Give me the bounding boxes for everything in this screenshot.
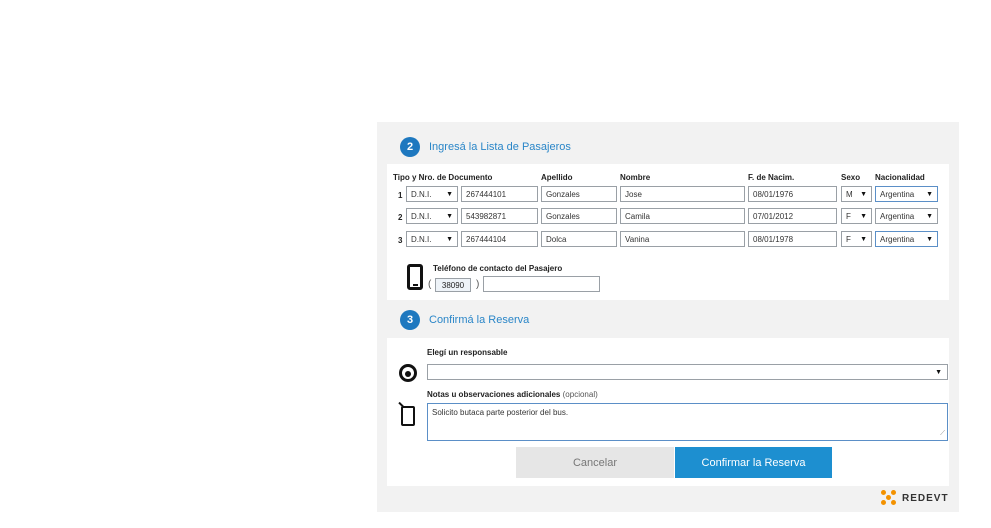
notes-label: Notas u observaciones adicionales (opcio… [427,390,598,399]
notes-optional-text: (opcional) [562,390,598,399]
chevron-down-icon: ▼ [935,368,942,376]
doc-number-input[interactable]: 267444101 [461,186,538,202]
chevron-down-icon: ▼ [926,190,933,198]
chevron-down-icon: ▼ [926,235,933,243]
reservation-panel: 2 Ingresá la Lista de Pasajeros Tipo y N… [377,122,959,512]
nationality-select[interactable]: Argentina ▼ [875,208,938,224]
brand-name: REDEVT [902,492,949,504]
brand-logo: REDEVT [881,490,949,506]
passenger-row-number: 1 [398,191,403,200]
passenger-row-number: 3 [398,236,403,245]
doc-number-input[interactable]: 543982871 [461,208,538,224]
surname-input[interactable]: Gonzales [541,186,617,202]
sex-value: F [846,211,851,221]
chevron-down-icon: ▼ [446,212,453,220]
birth-date-input[interactable]: 08/01/1978 [748,231,837,247]
brand-logo-icon [881,490,897,506]
nationality-value: Argentina [880,189,915,199]
col-sex-label: Sexo [841,173,861,182]
confirm-reservation-button[interactable]: Confirmar la Reserva [675,447,832,478]
col-doc-label: Tipo y Nro. de Documento [393,173,493,182]
notes-textarea[interactable]: Solicito butaca parte posterior del bus.… [427,403,948,441]
passengers-section-header: 2 Ingresá la Lista de Pasajeros [377,130,959,164]
surname-input[interactable]: Gonzales [541,208,617,224]
nationality-value: Argentina [880,234,915,244]
name-input[interactable]: Camila [620,208,745,224]
cancel-button[interactable]: Cancelar [516,447,674,478]
sex-select[interactable]: M ▼ [841,186,872,202]
birth-date-input[interactable]: 07/01/2012 [748,208,837,224]
confirm-section-header: 3 Confirmá la Reserva [377,302,959,338]
col-birth-label: F. de Nacim. [748,173,795,182]
responsible-select[interactable]: ▼ [427,364,948,380]
step-3-badge: 3 [400,310,420,330]
passenger-row-number: 2 [398,213,403,222]
doc-type-select[interactable]: D.N.I. ▼ [406,208,458,224]
passengers-section-title: Ingresá la Lista de Pasajeros [429,141,571,153]
nationality-value: Argentina [880,211,915,221]
chevron-down-icon: ▼ [446,190,453,198]
chevron-down-icon: ▼ [860,190,867,198]
doc-type-value: D.N.I. [411,189,432,199]
name-input[interactable]: Vanina [620,231,745,247]
col-name-label: Nombre [620,173,651,182]
phone-label: Teléfono de contacto del Pasajero [433,264,563,273]
note-icon [401,406,415,426]
area-code-input[interactable]: 38090 [435,278,471,292]
col-nationality-label: Nacionalidad [875,173,925,182]
birth-date-input[interactable]: 08/01/1976 [748,186,837,202]
responsible-label: Elegí un responsable [427,348,508,357]
doc-number-input[interactable]: 267444104 [461,231,538,247]
sex-select[interactable]: F ▼ [841,231,872,247]
headset-icon [399,364,417,382]
phone-number-input[interactable] [483,276,600,292]
notes-label-text: Notas u observaciones adicionales [427,390,561,399]
doc-type-select[interactable]: D.N.I. ▼ [406,186,458,202]
surname-input[interactable]: Dolca [541,231,617,247]
col-surname-label: Apellido [541,173,573,182]
doc-type-select[interactable]: D.N.I. ▼ [406,231,458,247]
phone-icon [407,264,423,290]
chevron-down-icon: ▼ [860,235,867,243]
sex-value: M [846,189,853,199]
doc-type-value: D.N.I. [411,234,432,244]
sex-select[interactable]: F ▼ [841,208,872,224]
open-paren: ( [428,279,432,290]
resize-grip-icon[interactable]: ⟋ [940,430,945,438]
step-2-badge: 2 [400,137,420,157]
name-input[interactable]: Jose [620,186,745,202]
nationality-select[interactable]: Argentina ▼ [875,231,938,247]
chevron-down-icon: ▼ [860,212,867,220]
nationality-select[interactable]: Argentina ▼ [875,186,938,202]
notes-value: Solicito butaca parte posterior del bus. [432,408,569,417]
close-paren: ) [476,279,480,290]
chevron-down-icon: ▼ [926,212,933,220]
doc-type-value: D.N.I. [411,211,432,221]
chevron-down-icon: ▼ [446,235,453,243]
sex-value: F [846,234,851,244]
confirm-section-title: Confirmá la Reserva [429,314,530,326]
